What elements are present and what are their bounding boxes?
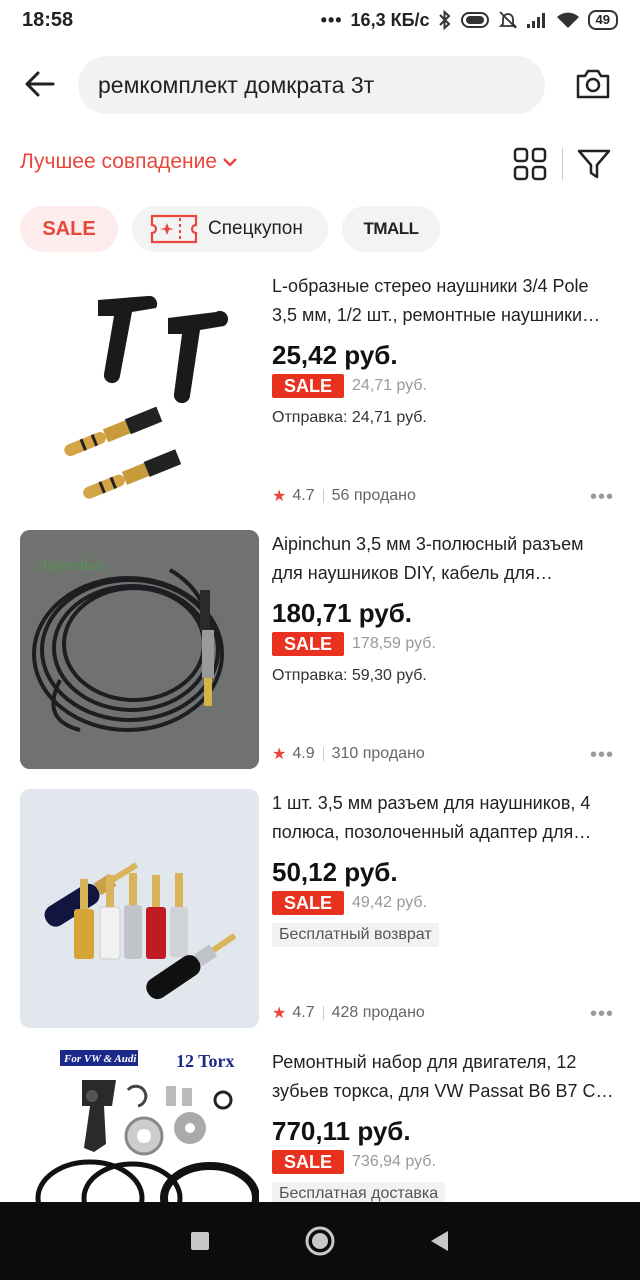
product-image [20,272,259,511]
sold-count: 310 продано [331,745,425,762]
product-title: L-образные стерео наушники 3/4 Pole 3,5 … [272,276,601,325]
free-return-badge: Бесплатный возврат [272,923,439,947]
grid-icon [513,147,547,181]
sort-row: Лучшее совпадение [0,140,640,190]
mute-bell-icon [498,10,518,30]
rating-value: 4.7 [292,1004,315,1021]
status-bar: 18:58 ••• 16,3 КБ/с 49 [0,0,640,40]
rating-value: 4.9 [292,745,315,762]
shipping-info: Отправка: 59,30 руб. [272,667,427,684]
price-row: SALE 178,59 руб. [272,630,618,658]
back-arrow-icon [25,71,55,97]
more-options-icon[interactable]: ••• [590,1003,614,1026]
product-info: L-образные стерео наушники 3/4 Pole 3,5 … [272,272,618,430]
sale-badge: SALE [272,632,345,656]
battery-indicator: 49 [587,10,618,30]
vibrate-icon [460,11,490,29]
filter-chips: SALE Спецкупон TMALL [20,206,440,252]
product-price: 50,12 руб. [272,857,398,887]
product-info: Ремонтный набор для двигателя, 12 зубьев… [272,1048,618,1202]
notification-dots: ••• [320,9,343,30]
camera-icon [576,69,610,99]
back-nav-button[interactable] [420,1221,460,1261]
sale-badge: SALE [272,891,345,915]
divider [322,1006,324,1020]
home-circle-icon [305,1226,335,1256]
product-price: 770,11 руб. [272,1116,411,1146]
rating-value: 4.7 [292,487,315,504]
status-icons: ••• 16,3 КБ/с 49 [321,10,618,31]
grid-view-button[interactable] [512,146,548,182]
rating-row: ★ 4.7 56 продано ••• [272,486,618,509]
network-speed: 16,3 КБ/с [350,9,430,30]
product-card[interactable]: For VW & Audi 12 Torx Ремонтный набор дл… [0,1048,640,1202]
product-card[interactable]: 1 шт. 3,5 мм разъем для наушников, 4 пол… [0,789,640,1037]
star-icon: ★ [272,1005,287,1022]
search-query: ремкомплект домкрата 3т [98,71,375,98]
price-row: SALE 24,71 руб. [272,372,618,400]
sold-count: 56 продано [331,487,416,504]
price-row: SALE 49,42 руб. [272,889,618,917]
more-options-icon[interactable]: ••• [590,744,614,767]
signal-icon [526,11,548,29]
back-button[interactable] [20,64,60,104]
rating-row: ★ 4.7 428 продано ••• [272,1003,618,1026]
shipping-info: Отправка: 24,71 руб. [272,409,427,426]
product-image: For VW & Audi 12 Torx [20,1048,259,1202]
svg-text:Aipinchun: Aipinchun [37,557,104,574]
sale-badge: SALE [272,1150,345,1174]
star-icon: ★ [272,488,287,505]
old-price: 49,42 руб. [352,894,428,911]
product-title: Aipinchun 3,5 мм 3-полюсный разъем для н… [272,534,584,583]
product-image: Aipinchun [20,530,259,769]
product-title: 1 шт. 3,5 мм разъем для наушников, 4 пол… [272,793,592,842]
product-info: Aipinchun 3,5 мм 3-полюсный разъем для н… [272,530,618,688]
back-triangle-icon [431,1231,448,1251]
chip-tmall-label: TMALL [363,219,419,238]
product-price: 180,71 руб. [272,598,413,628]
image-label-right: 12 Torx [176,1051,235,1071]
bluetooth-icon [438,10,452,30]
more-options-icon[interactable]: ••• [590,486,614,509]
camera-search-button[interactable] [570,64,616,104]
divider [322,747,324,761]
chip-coupon-label: Спецкупон [208,218,303,239]
chevron-down-icon [223,158,237,167]
old-price: 736,94 руб. [352,1153,436,1170]
old-price: 178,59 руб. [352,635,436,652]
rating-row: ★ 4.9 310 продано ••• [272,744,618,767]
sort-dropdown[interactable]: Лучшее совпадение [20,150,237,174]
product-price: 25,42 руб. [272,340,398,370]
sort-label: Лучшее совпадение [20,150,218,173]
old-price: 24,71 руб. [352,377,428,394]
filter-button[interactable] [576,146,612,182]
search-input[interactable]: ремкомплект домкрата 3т [78,56,545,114]
product-info: 1 шт. 3,5 мм разъем для наушников, 4 пол… [272,789,618,947]
home-button[interactable] [300,1221,340,1261]
price-row: SALE 736,94 руб. [272,1148,618,1176]
divider [322,489,324,503]
divider [562,148,563,180]
filter-icon [577,149,611,179]
square-icon [191,1232,209,1250]
star-icon: ★ [272,746,287,763]
chip-tmall[interactable]: TMALL [342,206,440,252]
image-label-left: For VW & Audi [63,1053,137,1065]
product-card[interactable]: L-образные стерео наушники 3/4 Pole 3,5 … [0,272,640,520]
free-shipping-badge: Бесплатная доставка [272,1182,446,1202]
recent-apps-button[interactable] [180,1221,220,1261]
chip-sale[interactable]: SALE [20,206,118,252]
sold-count: 428 продано [331,1004,425,1021]
product-title: Ремонтный набор для двигателя, 12 зубьев… [272,1052,614,1101]
wifi-icon [556,11,580,29]
system-nav-bar [0,1202,640,1280]
chip-sale-label: SALE [42,217,96,240]
chip-coupon[interactable]: Спецкупон [132,206,328,252]
search-header: ремкомплект домкрата 3т [0,52,640,118]
sale-badge: SALE [272,374,345,398]
coupon-icon [150,214,198,244]
product-image [20,789,259,1028]
product-card[interactable]: Aipinchun Aipinchun 3,5 мм 3-полюсный ра… [0,530,640,778]
status-time: 18:58 [22,8,74,31]
